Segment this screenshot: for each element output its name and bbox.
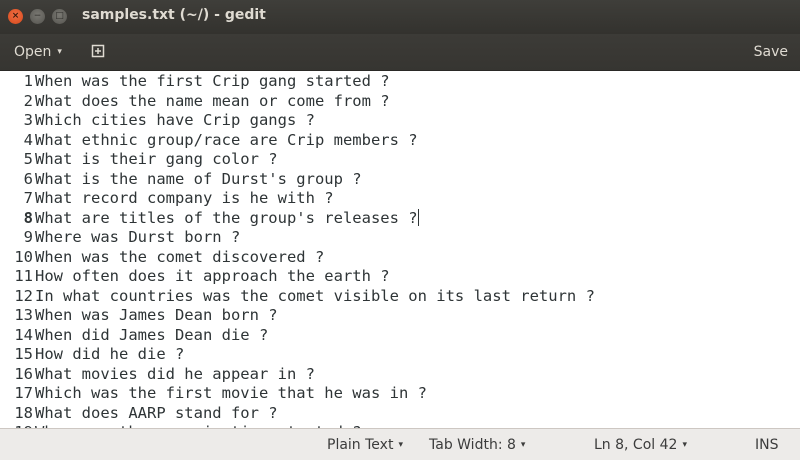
line-number: 5 xyxy=(23,150,33,168)
editor-line[interactable]: 2 What does the name mean or come from ? xyxy=(0,92,800,112)
editor-line[interactable]: 8 What are titles of the group's releases… xyxy=(0,208,800,229)
editor-line[interactable]: 12 In what countries was the comet visibl… xyxy=(0,287,800,307)
cursor-position-selector[interactable]: Ln 8, Col 42 ▾ xyxy=(594,429,687,460)
line-text[interactable]: What does the name mean or come from ? xyxy=(35,92,390,112)
editor-line[interactable]: 16 What movies did he appear in ? xyxy=(0,365,800,385)
line-number: 18 xyxy=(14,403,33,422)
line-number: 2 xyxy=(23,91,33,110)
editor-line[interactable]: 6 What is the name of Durst's group ? xyxy=(0,170,800,190)
editor-line[interactable]: 15 How did he die ? xyxy=(0,345,800,365)
editor-line[interactable]: 3 Which cities have Crip gangs ? xyxy=(0,111,800,131)
gedit-window: × − □ samples.txt (~/) - gedit Open ▾ Sa… xyxy=(0,0,800,460)
tab-width-label: Tab Width: 8 xyxy=(429,436,516,453)
insert-mode-indicator: INS xyxy=(755,436,779,453)
close-window-button[interactable]: × xyxy=(8,9,23,24)
line-text[interactable]: What is the name of Durst's group ? xyxy=(35,170,362,190)
line-text[interactable]: What does AARP stand for ? xyxy=(35,404,278,424)
line-text[interactable]: Which was the first movie that he was in… xyxy=(35,384,427,404)
line-number: 7 xyxy=(23,189,33,207)
line-text[interactable]: What are titles of the group's releases … xyxy=(35,208,419,229)
chevron-down-icon: ▾ xyxy=(57,46,62,57)
line-text[interactable]: When did James Dean die ? xyxy=(35,326,268,346)
new-document-button[interactable] xyxy=(88,41,108,61)
minimize-icon: − xyxy=(33,11,42,21)
maximize-icon: □ xyxy=(55,11,64,21)
editor-line[interactable]: 10 When was the comet discovered ? xyxy=(0,248,800,268)
line-number: 14 xyxy=(14,325,33,344)
line-text[interactable]: What record company is he with ? xyxy=(35,189,334,209)
line-text[interactable]: What ethnic group/race are Crip members … xyxy=(35,131,418,151)
line-number: 10 xyxy=(14,247,33,266)
line-number: 15 xyxy=(14,345,33,363)
line-text[interactable]: How often does it approach the earth ? xyxy=(35,267,390,287)
line-text[interactable]: What movies did he appear in ? xyxy=(35,365,315,385)
line-number: 12 xyxy=(14,286,33,305)
editor-line[interactable]: 4 What ethnic group/race are Crip members… xyxy=(0,131,800,151)
line-number: 17 xyxy=(14,384,33,402)
close-icon: × xyxy=(11,11,20,21)
line-text[interactable]: How did he die ? xyxy=(35,345,184,365)
line-text[interactable]: When was the comet discovered ? xyxy=(35,248,324,268)
line-text[interactable]: Where was Durst born ? xyxy=(35,228,240,248)
title-bar[interactable]: × − □ samples.txt (~/) - gedit xyxy=(0,0,800,34)
line-number: 9 xyxy=(23,228,33,246)
line-text[interactable]: What is their gang color ? xyxy=(35,150,278,170)
chevron-down-icon: ▾ xyxy=(398,439,403,450)
editor-line[interactable]: 7 What record company is he with ? xyxy=(0,189,800,209)
editor-line[interactable]: 13 When was James Dean born ? xyxy=(0,306,800,326)
line-number: 3 xyxy=(23,111,33,129)
editor-line[interactable]: 17 Which was the first movie that he was … xyxy=(0,384,800,404)
line-number: 1 xyxy=(23,72,33,90)
editor-line[interactable]: 18 What does AARP stand for ? xyxy=(0,404,800,424)
text-cursor xyxy=(417,208,419,226)
editor-line[interactable]: 1 When was the first Crip gang started ? xyxy=(0,72,800,92)
line-text[interactable]: When was James Dean born ? xyxy=(35,306,278,326)
editor-line[interactable]: 5 What is their gang color ? xyxy=(0,150,800,170)
editor-line[interactable]: 14 When did James Dean die ? xyxy=(0,326,800,346)
language-label: Plain Text xyxy=(327,436,394,453)
line-number: 11 xyxy=(14,267,33,285)
line-number: 16 xyxy=(14,364,33,383)
editor-line[interactable]: 11 How often does it approach the earth ? xyxy=(0,267,800,287)
chevron-down-icon: ▾ xyxy=(520,439,526,450)
line-number: 13 xyxy=(14,306,33,324)
line-text[interactable]: When was the first Crip gang started ? xyxy=(35,72,390,92)
text-editor[interactable]: 1 When was the first Crip gang started ? 2… xyxy=(0,71,800,428)
window-title: samples.txt (~/) - gedit xyxy=(82,7,266,23)
language-selector[interactable]: Plain Text ▾ xyxy=(327,429,403,460)
save-button[interactable]: Save xyxy=(754,38,788,65)
open-button-label: Open xyxy=(14,43,52,60)
header-bar: Open ▾ Save xyxy=(0,34,800,71)
status-bar: Plain Text ▾ Tab Width: 8 ▾ Ln 8, Col 42… xyxy=(0,428,800,460)
tab-width-selector[interactable]: Tab Width: 8 ▾ xyxy=(429,429,525,460)
minimize-window-button[interactable]: − xyxy=(30,9,45,24)
line-number: 4 xyxy=(23,130,33,149)
editor-line[interactable]: 9 Where was Durst born ? xyxy=(0,228,800,248)
line-number: 6 xyxy=(23,169,33,188)
maximize-window-button[interactable]: □ xyxy=(52,9,67,24)
open-button[interactable]: Open ▾ xyxy=(6,38,70,65)
chevron-down-icon: ▾ xyxy=(682,439,687,450)
new-tab-icon xyxy=(91,44,105,58)
line-number: 8 xyxy=(23,208,33,227)
line-text[interactable]: In what countries was the comet visible … xyxy=(35,287,595,307)
cursor-position-label: Ln 8, Col 42 xyxy=(594,436,678,453)
line-text[interactable]: Which cities have Crip gangs ? xyxy=(35,111,315,131)
